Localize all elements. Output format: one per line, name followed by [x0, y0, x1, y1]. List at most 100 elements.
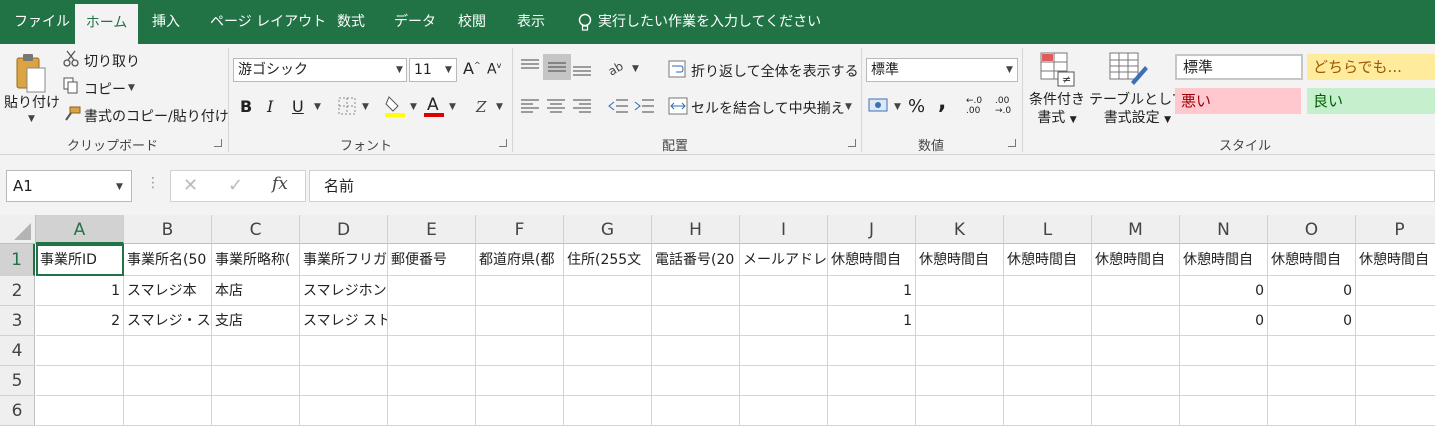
- column-header[interactable]: K: [916, 215, 1004, 244]
- grid-cell[interactable]: [1268, 396, 1356, 426]
- grid-cell[interactable]: [36, 396, 124, 426]
- grid-cell[interactable]: [212, 396, 300, 426]
- grid-cell[interactable]: 休憩時間自: [1268, 244, 1356, 276]
- grid-cell[interactable]: 2: [36, 306, 124, 336]
- tab-page-layout[interactable]: ページ レイアウト: [204, 0, 332, 44]
- grid-cell[interactable]: スマレジ・ス: [124, 306, 212, 336]
- tab-insert[interactable]: 挿入: [146, 0, 186, 44]
- grid-cell[interactable]: [828, 336, 916, 366]
- grid-cell[interactable]: [124, 396, 212, 426]
- grid-cell[interactable]: [476, 306, 564, 336]
- grid-cell[interactable]: スマレジ スト: [300, 306, 388, 336]
- grid-cell[interactable]: 事業所フリガ: [300, 244, 388, 276]
- grid-cell[interactable]: [740, 306, 828, 336]
- grid-cell[interactable]: [1180, 336, 1268, 366]
- grid-cell[interactable]: 住所(255文: [564, 244, 652, 276]
- grid-cell[interactable]: スマレジ本: [124, 276, 212, 306]
- grid-cell[interactable]: [564, 276, 652, 306]
- grid-cell[interactable]: [828, 396, 916, 426]
- font-name-select[interactable]: 游ゴシック: [233, 58, 407, 82]
- insert-function-icon[interactable]: fx: [272, 174, 288, 194]
- grid-cell[interactable]: [1356, 306, 1435, 336]
- grid-cell[interactable]: メールアドレ: [740, 244, 828, 276]
- copy-button[interactable]: コピー: [84, 79, 126, 99]
- tab-data[interactable]: データ: [388, 0, 442, 44]
- grid-cell[interactable]: [124, 336, 212, 366]
- align-center-icon[interactable]: [546, 98, 566, 114]
- grid-cell[interactable]: [476, 396, 564, 426]
- currency-icon[interactable]: [868, 96, 890, 114]
- grid-cell[interactable]: 1: [36, 276, 124, 306]
- number-format-select[interactable]: 標準: [866, 58, 1018, 82]
- grid-cell[interactable]: [564, 336, 652, 366]
- grid-cell[interactable]: [388, 336, 476, 366]
- merge-dropdown-arrow[interactable]: ▼: [845, 102, 852, 112]
- grid-cell[interactable]: [1268, 366, 1356, 396]
- grid-cell[interactable]: [300, 366, 388, 396]
- grid-cell[interactable]: [36, 366, 124, 396]
- tab-review[interactable]: 校閲: [452, 0, 492, 44]
- style-good[interactable]: 良い: [1307, 88, 1435, 114]
- grid-cell[interactable]: [652, 336, 740, 366]
- grid-cell[interactable]: [1356, 336, 1435, 366]
- fill-color-icon[interactable]: [384, 94, 406, 118]
- currency-dropdown-arrow[interactable]: ▼: [894, 102, 901, 112]
- grid-cell[interactable]: [1092, 396, 1180, 426]
- increase-font-size-button[interactable]: A^: [463, 59, 481, 78]
- name-box-dropdown-arrow[interactable]: ▼: [116, 182, 123, 192]
- column-header[interactable]: A: [36, 215, 124, 244]
- grid-cell[interactable]: [1004, 306, 1092, 336]
- grid-cell[interactable]: [1004, 396, 1092, 426]
- grid-cell[interactable]: 休憩時間自: [1092, 244, 1180, 276]
- grid-cell[interactable]: [564, 396, 652, 426]
- grid-cell[interactable]: [1092, 276, 1180, 306]
- name-box[interactable]: A1: [6, 170, 132, 202]
- align-top-icon[interactable]: [520, 58, 540, 74]
- phonetic-guide-icon[interactable]: Z: [474, 96, 492, 116]
- bold-button[interactable]: B: [240, 97, 252, 116]
- grid-cell[interactable]: 0: [1180, 306, 1268, 336]
- grid-cell[interactable]: 電話番号(20: [652, 244, 740, 276]
- grid-cell[interactable]: [1356, 396, 1435, 426]
- column-header[interactable]: E: [388, 215, 476, 244]
- column-header[interactable]: M: [1092, 215, 1180, 244]
- grid-cell[interactable]: [652, 396, 740, 426]
- grid-cell[interactable]: [1004, 336, 1092, 366]
- border-icon[interactable]: [338, 97, 356, 115]
- grid-cell[interactable]: 1: [828, 306, 916, 336]
- grid-cell[interactable]: [916, 306, 1004, 336]
- align-bottom-icon[interactable]: [572, 62, 592, 78]
- grid-cell[interactable]: 休憩時間自: [1004, 244, 1092, 276]
- row-header[interactable]: 6: [0, 396, 35, 426]
- tab-file[interactable]: ファイル: [8, 0, 76, 44]
- grid-cell[interactable]: [1004, 276, 1092, 306]
- style-bad[interactable]: 悪い: [1175, 88, 1301, 114]
- fill-color-dropdown-arrow[interactable]: ▼: [410, 102, 417, 112]
- tell-me-search[interactable]: 実行したい作業を入力してください: [592, 0, 827, 44]
- grid-cell[interactable]: 本店: [212, 276, 300, 306]
- grid-cell[interactable]: [1180, 366, 1268, 396]
- column-header[interactable]: F: [476, 215, 564, 244]
- copy-dropdown-arrow[interactable]: ▼: [128, 83, 135, 93]
- grid-cell[interactable]: [1268, 336, 1356, 366]
- underline-button[interactable]: U: [292, 97, 304, 116]
- grid-cell[interactable]: 0: [1180, 276, 1268, 306]
- grid-cell[interactable]: [212, 366, 300, 396]
- style-neutral[interactable]: どちらでも...: [1307, 54, 1435, 80]
- column-header[interactable]: D: [300, 215, 388, 244]
- align-right-icon[interactable]: [572, 98, 592, 114]
- grid-cell[interactable]: 0: [1268, 306, 1356, 336]
- wrap-text-button[interactable]: 折り返して全体を表示する: [691, 61, 859, 81]
- grid-cell[interactable]: [1092, 336, 1180, 366]
- column-header[interactable]: P: [1356, 215, 1435, 244]
- number-format-dropdown-arrow[interactable]: ▼: [1006, 65, 1013, 75]
- font-launcher-icon[interactable]: [499, 139, 507, 147]
- font-color-dropdown-arrow[interactable]: ▼: [449, 102, 456, 112]
- grid-cell[interactable]: [652, 306, 740, 336]
- grid-cell[interactable]: [476, 336, 564, 366]
- grid-cell[interactable]: [1180, 396, 1268, 426]
- row-header[interactable]: 3: [0, 306, 35, 336]
- grid-cell[interactable]: [740, 366, 828, 396]
- row-header[interactable]: 5: [0, 366, 35, 396]
- select-all-corner[interactable]: [0, 215, 36, 244]
